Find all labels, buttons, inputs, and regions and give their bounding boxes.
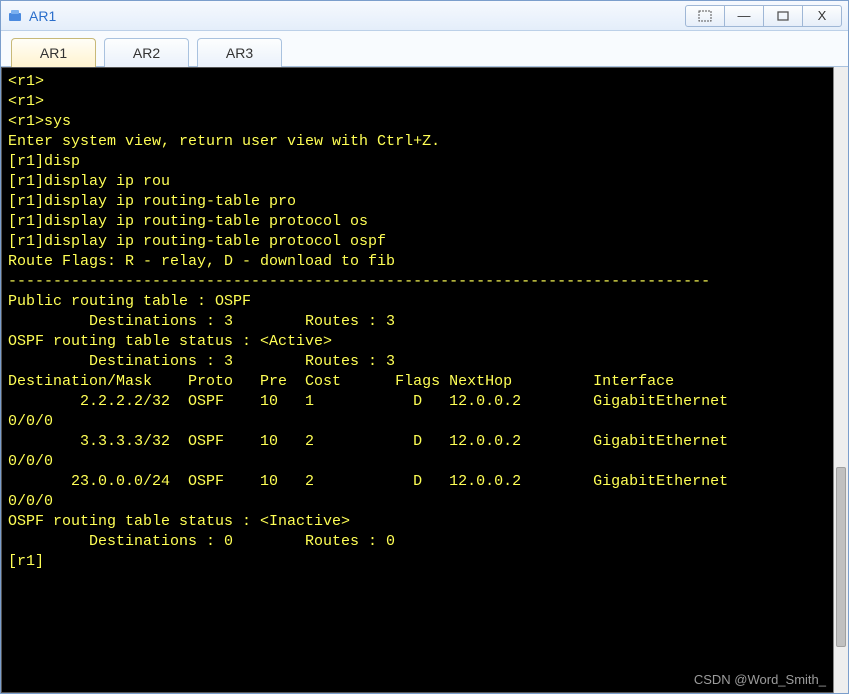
terminal-line: Route Flags: R - relay, D - download to … bbox=[8, 252, 827, 272]
terminal-line: [r1]display ip rou bbox=[8, 172, 827, 192]
terminal-line: 0/0/0 bbox=[8, 412, 827, 432]
terminal-line: 0/0/0 bbox=[8, 492, 827, 512]
terminal-line: Public routing table : OSPF bbox=[8, 292, 827, 312]
terminal-line: <r1>sys bbox=[8, 112, 827, 132]
tab-ar3[interactable]: AR3 bbox=[197, 38, 282, 67]
scrollbar[interactable] bbox=[833, 67, 848, 693]
tab-ar1[interactable]: AR1 bbox=[11, 38, 96, 67]
app-window: AR1 — X AR1 AR2 AR3 <r1><r1><r1>sysEnter… bbox=[0, 0, 849, 694]
terminal-line: [r1]display ip routing-table protocol os bbox=[8, 212, 827, 232]
titlebar[interactable]: AR1 — X bbox=[1, 1, 848, 31]
close-button[interactable]: X bbox=[802, 5, 842, 27]
terminal-line: <r1> bbox=[8, 92, 827, 112]
terminal-line: 2.2.2.2/32 OSPF 10 1 D 12.0.0.2 GigabitE… bbox=[8, 392, 827, 412]
window-buttons: — X bbox=[686, 5, 842, 27]
terminal-line: 3.3.3.3/32 OSPF 10 2 D 12.0.0.2 GigabitE… bbox=[8, 432, 827, 452]
terminal-line: [r1]display ip routing-table pro bbox=[8, 192, 827, 212]
terminal-line: 23.0.0.0/24 OSPF 10 2 D 12.0.0.2 Gigabit… bbox=[8, 472, 827, 492]
tab-ar2[interactable]: AR2 bbox=[104, 38, 189, 67]
terminal-line: [r1]display ip routing-table protocol os… bbox=[8, 232, 827, 252]
window-extra-button[interactable] bbox=[685, 5, 725, 27]
terminal-line: OSPF routing table status : <Inactive> bbox=[8, 512, 827, 532]
terminal-line: [r1] bbox=[8, 552, 827, 572]
app-icon bbox=[7, 8, 23, 24]
minimize-button[interactable]: — bbox=[724, 5, 764, 27]
terminal-line: Destinations : 3 Routes : 3 bbox=[8, 352, 827, 372]
terminal-container: <r1><r1><r1>sysEnter system view, return… bbox=[1, 67, 848, 693]
terminal-line: ----------------------------------------… bbox=[8, 272, 827, 292]
terminal-line: 0/0/0 bbox=[8, 452, 827, 472]
terminal-line: Destinations : 3 Routes : 3 bbox=[8, 312, 827, 332]
terminal-line: <r1> bbox=[8, 72, 827, 92]
terminal-line: Destinations : 0 Routes : 0 bbox=[8, 532, 827, 552]
terminal-output[interactable]: <r1><r1><r1>sysEnter system view, return… bbox=[1, 67, 833, 693]
terminal-line: Enter system view, return user view with… bbox=[8, 132, 827, 152]
tab-bar: AR1 AR2 AR3 bbox=[1, 31, 848, 67]
terminal-line: [r1]disp bbox=[8, 152, 827, 172]
maximize-button[interactable] bbox=[763, 5, 803, 27]
window-title: AR1 bbox=[29, 8, 56, 24]
terminal-line: OSPF routing table status : <Active> bbox=[8, 332, 827, 352]
scroll-thumb[interactable] bbox=[836, 467, 846, 647]
terminal-line: Destination/Mask Proto Pre Cost Flags Ne… bbox=[8, 372, 827, 392]
